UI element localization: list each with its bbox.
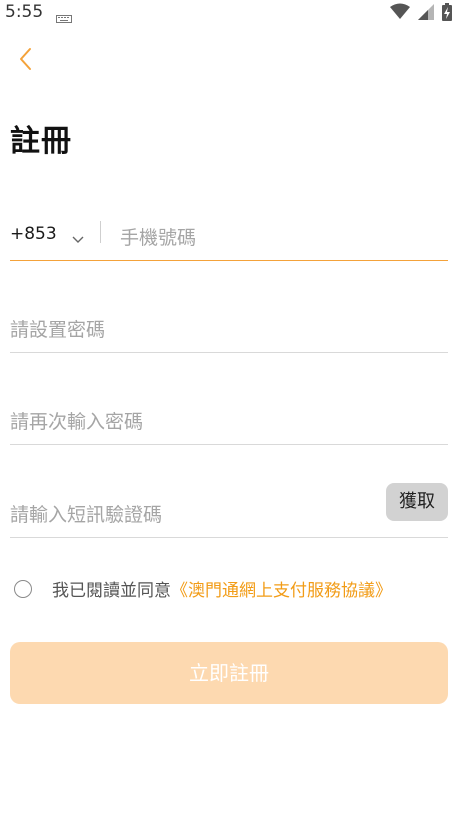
country-code-selector[interactable]: +853: [10, 224, 57, 244]
keyboard-icon: [56, 8, 72, 27]
get-code-button[interactable]: 獲取: [386, 483, 448, 521]
battery-charging-icon: [442, 3, 452, 21]
agreement-prefix: 我已閱讀並同意: [52, 581, 171, 601]
sms-code-underline: [10, 537, 448, 538]
phone-field[interactable]: +853 手機號碼: [10, 209, 448, 261]
chevron-down-icon[interactable]: [72, 229, 84, 248]
agreement-link[interactable]: 《澳門通網上支付服務協議》: [171, 581, 392, 601]
sms-code-input[interactable]: 請輸入短訊驗證碼: [10, 500, 162, 527]
confirm-password-field[interactable]: 請再次輸入密碼: [10, 393, 448, 445]
register-button[interactable]: 立即註冊: [10, 642, 448, 704]
status-bar: 5:55: [0, 0, 458, 26]
page-title: 註冊: [10, 124, 72, 159]
agreement-text: 我已閱讀並同意《澳門通網上支付服務協議》: [52, 576, 392, 601]
chevron-left-icon: [20, 48, 31, 70]
password-input[interactable]: 請設置密碼: [10, 315, 105, 342]
sms-code-field[interactable]: 請輸入短訊驗證碼 獲取: [10, 483, 448, 538]
phone-input[interactable]: 手機號碼: [120, 223, 196, 250]
confirm-password-underline: [10, 444, 448, 445]
confirm-password-input[interactable]: 請再次輸入密碼: [10, 407, 143, 434]
password-field[interactable]: 請設置密碼: [10, 301, 448, 353]
agreement-radio[interactable]: [14, 580, 32, 598]
password-underline: [10, 352, 448, 353]
phone-underline: [10, 260, 448, 261]
back-button[interactable]: [14, 44, 38, 74]
divider: [100, 221, 101, 243]
signal-icon: [417, 4, 434, 20]
status-icons: [388, 3, 452, 22]
status-time: 5:55: [5, 2, 44, 22]
wifi-icon: [389, 3, 410, 19]
